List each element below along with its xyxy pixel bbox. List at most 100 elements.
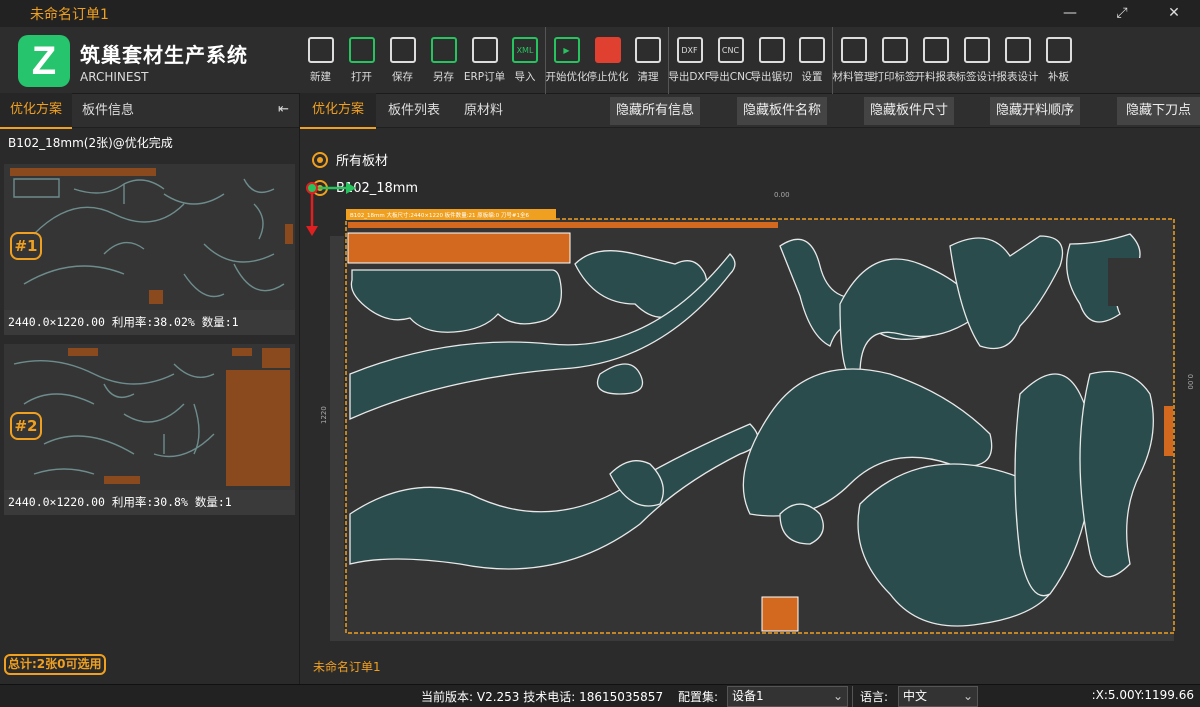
toolbar-label: 标签设计	[955, 71, 998, 83]
left-panel: 优化方案 板件信息 ⇤ B102_18mm(2张)@优化完成 #1 2440.0…	[0, 92, 300, 684]
toolbar-label: 另存	[433, 71, 454, 83]
toolbar-label: 导入	[514, 71, 536, 83]
window-title: 未命名订单1	[30, 6, 109, 23]
collapse-panel-icon[interactable]: ⇤	[278, 102, 289, 117]
xml-import-icon: XML	[512, 37, 538, 63]
close-icon[interactable]: ✕	[1148, 0, 1200, 27]
barcode-icon	[963, 37, 990, 63]
toolbar-button-4[interactable]: ERP订单	[464, 27, 505, 94]
sheet-badge-1: #1	[10, 232, 42, 260]
folder-open-icon	[348, 37, 375, 63]
saw-export-icon	[758, 37, 785, 63]
toolbar-label: 清理	[637, 71, 659, 83]
printer-icon	[881, 37, 908, 63]
right-ruler-label: 0.00	[1186, 374, 1194, 390]
main-area: 优化方案 板件列表 原材料 隐藏所有信息 隐藏板件名称 隐藏板件尺寸 隐藏开料顺…	[300, 92, 1200, 684]
offcut-top-strip	[348, 222, 778, 228]
toolbar-button-17[interactable]: 报表设计	[997, 27, 1039, 94]
toolbar-label: 设置	[801, 71, 823, 83]
brand: 筑巢套材生产系统 ARCHINEST	[80, 39, 248, 84]
toolbar-label: 开始优化	[545, 71, 588, 83]
toolbar-button-16[interactable]: 标签设计	[955, 27, 998, 94]
hide-part-sizes-button[interactable]: 隐藏板件尺寸	[864, 97, 954, 125]
layers-icon	[840, 37, 867, 63]
maximize-icon[interactable]: ⤢	[1096, 0, 1148, 27]
toolbar-label: 打印标签	[873, 71, 916, 83]
toolbar-button-5[interactable]: XML 导入	[505, 27, 546, 94]
order-name-footer: 未命名订单1	[313, 660, 381, 674]
toolbar-label: 材料管理	[832, 71, 875, 83]
toolbar-label: ERP订单	[463, 71, 506, 83]
main-tabs: 优化方案 板件列表 原材料 隐藏所有信息 隐藏板件名称 隐藏板件尺寸 隐藏开料顺…	[300, 92, 1200, 129]
sheet-thumbnail-1[interactable]: #1	[4, 164, 295, 310]
toolbar-buttons: 新建 打开 保存 另存 ERP订单 XML 导入 ▶ 开始优化 停止优化 清理 DXF 导出DXF CNC…	[300, 27, 1079, 94]
toolbar-button-6[interactable]: ▶ 开始优化	[545, 27, 588, 94]
minimize-icon[interactable]: —	[1044, 0, 1096, 27]
config-label: 配置集:	[678, 690, 719, 704]
window-controls: — ⤢ ✕	[1044, 0, 1200, 27]
title-bar: 未命名订单1 — ⤢ ✕	[0, 0, 1200, 27]
brand-name-cn: 筑巢套材生产系统	[80, 43, 248, 67]
offcut-right	[1164, 406, 1173, 456]
toolbar-button-12[interactable]: 设置	[792, 27, 833, 94]
sheet-card-2[interactable]: #2 2440.0×1220.00 利用率:30.8% 数量:1	[4, 344, 295, 515]
toolbar-label: 导出DXF	[668, 71, 711, 83]
gear-icon	[799, 37, 825, 63]
report-icon	[922, 37, 949, 63]
radio-all-indicator[interactable]	[312, 151, 328, 168]
stop-icon	[594, 37, 621, 63]
toolbar-button-1[interactable]: 打开	[341, 27, 382, 94]
radio-all-boards[interactable]: 所有板材	[312, 150, 388, 169]
toolbar-button-11[interactable]: 导出锯切	[750, 27, 793, 94]
version-info: 当前版本: V2.253 技术电话: 18615035857	[421, 690, 664, 704]
offcut-top-left	[347, 232, 571, 264]
toolbar-button-10[interactable]: CNC 导出CNC	[709, 27, 752, 94]
toolbar-button-7[interactable]: 停止优化	[587, 27, 629, 94]
tab-optimization-plan[interactable]: 优化方案	[0, 92, 73, 129]
nesting-canvas[interactable]: 1220 0.00 0.00 B102_18mm 大板尺寸:2440×1220 …	[300, 174, 1200, 649]
toolbar-button-0[interactable]: 新建	[300, 27, 341, 94]
toolbar-button-9[interactable]: DXF 导出DXF	[668, 27, 711, 94]
language-value: 中文	[903, 689, 928, 703]
hide-entry-point-button[interactable]: 隐藏下刀点	[1117, 97, 1200, 125]
origin-marker	[306, 182, 318, 194]
cursor-coordinates: :X:5.00Y:1199.66	[1091, 688, 1194, 702]
toolbar-button-15[interactable]: 开料报表	[914, 27, 957, 94]
dxf-export-icon: DXF	[676, 37, 703, 63]
toolbar-button-3[interactable]: 另存	[423, 27, 464, 94]
tab-raw-material[interactable]: 原材料	[452, 94, 515, 128]
broom-icon	[635, 37, 661, 63]
tab-main-optimization[interactable]: 优化方案	[300, 92, 377, 129]
total-summary: 总计:2张0可选用	[4, 654, 106, 675]
toolbar-button-13[interactable]: 材料管理	[832, 27, 875, 94]
tab-part-info[interactable]: 板件信息	[72, 94, 144, 128]
board-header-text: B102_18mm 大板尺寸:2440×1220 板件数量:21 原板编:0 刀…	[350, 211, 529, 219]
material-group-title[interactable]: B102_18mm(2张)@优化完成	[0, 128, 299, 157]
hide-all-info-button[interactable]: 隐藏所有信息	[610, 97, 700, 125]
language-select[interactable]: 中文 ⌄	[898, 686, 978, 707]
save-icon	[389, 37, 416, 63]
sheet-card-1[interactable]: #1 2440.0×1220.00 利用率:38.02% 数量:1	[4, 164, 295, 335]
toolbar-label: 导出锯切	[750, 71, 793, 83]
hide-cut-order-button[interactable]: 隐藏开料顺序	[990, 97, 1080, 125]
toolbar-button-14[interactable]: 打印标签	[873, 27, 916, 94]
toolbar-label: 补板	[1048, 71, 1069, 83]
tab-part-list[interactable]: 板件列表	[376, 94, 452, 128]
chevron-down-icon: ⌄	[962, 689, 973, 703]
hide-part-names-button[interactable]: 隐藏板件名称	[737, 97, 827, 125]
patch-board-icon	[1045, 37, 1072, 63]
sheet-thumbnail-2[interactable]: #2	[4, 344, 295, 490]
toolbar-button-2[interactable]: 保存	[382, 27, 423, 94]
sheet-2-layout	[4, 344, 295, 490]
sheet-info-2: 2440.0×1220.00 利用率:30.8% 数量:1	[4, 490, 295, 515]
config-select[interactable]: 设备1 ⌄	[727, 686, 848, 707]
chevron-down-icon: ⌄	[832, 689, 843, 703]
radio-all-label: 所有板材	[336, 154, 389, 169]
app-logo: Z	[18, 35, 70, 87]
toolbar-button-8[interactable]: 清理	[628, 27, 669, 94]
sheet-1-layout	[4, 164, 295, 310]
toolbar-label: 开料报表	[914, 71, 957, 83]
cnc-export-icon: CNC	[717, 37, 744, 63]
play-icon: ▶	[553, 37, 580, 63]
toolbar-button-18[interactable]: 补板	[1038, 27, 1079, 94]
